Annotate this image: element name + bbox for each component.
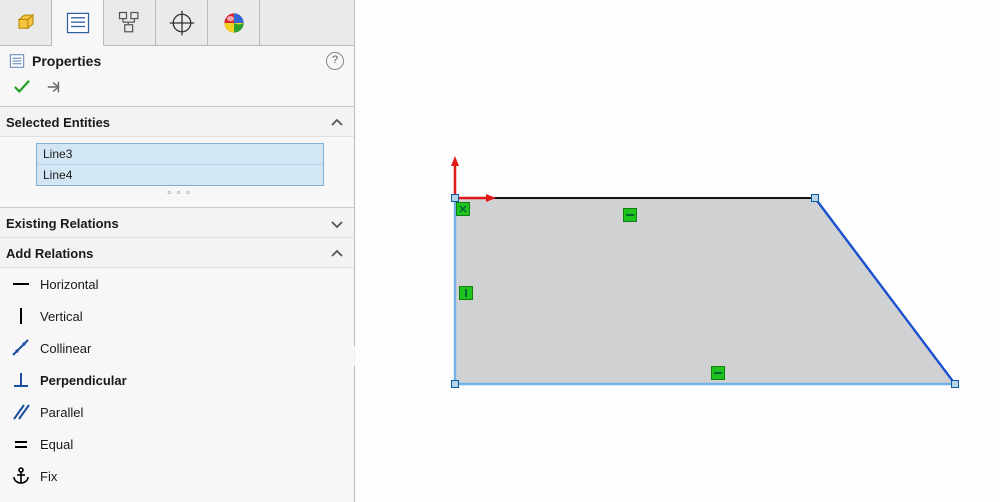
- confirm-row: [0, 74, 354, 107]
- vertex-handle[interactable]: [951, 380, 959, 388]
- sketch-svg: [355, 0, 1000, 502]
- relation-label: Parallel: [40, 405, 83, 420]
- vertical-icon: [461, 288, 471, 298]
- relation-label: Vertical: [40, 309, 83, 324]
- anchor-icon: [10, 465, 32, 487]
- properties-tab[interactable]: [52, 0, 104, 46]
- sketch-canvas[interactable]: [355, 0, 1000, 502]
- appearance-tab[interactable]: [208, 0, 260, 45]
- horizontal-icon: [10, 273, 32, 295]
- sketch-face: [455, 198, 955, 384]
- vertex-handle[interactable]: [451, 194, 459, 202]
- features-tab[interactable]: [0, 0, 52, 45]
- pin-button[interactable]: [44, 78, 64, 96]
- cube-icon: [12, 9, 40, 37]
- vertex-handle[interactable]: [451, 380, 459, 388]
- equal-icon: [10, 433, 32, 455]
- relation-vertical[interactable]: Vertical: [0, 300, 354, 332]
- list-item[interactable]: Line4: [37, 165, 323, 185]
- list-icon: [64, 9, 92, 37]
- constraint-horizontal[interactable]: [711, 366, 725, 380]
- selected-entities-list[interactable]: Line3 Line4: [36, 143, 324, 186]
- vertical-icon: [10, 305, 32, 327]
- tree-icon: [116, 9, 144, 37]
- collinear-icon: [10, 337, 32, 359]
- relation-horizontal[interactable]: Horizontal: [0, 268, 354, 300]
- chevron-up-icon: [330, 247, 344, 261]
- panel-title-row: Properties ?: [0, 46, 354, 74]
- vertex-handle[interactable]: [811, 194, 819, 202]
- sphere-icon: [220, 9, 248, 37]
- add-relations-list: Horizontal Vertical Collinear Perpendicu…: [0, 268, 354, 492]
- section-add-relations-header[interactable]: Add Relations: [0, 238, 354, 268]
- horizontal-icon: [625, 210, 635, 220]
- resize-grip[interactable]: ∘∘∘: [36, 186, 324, 205]
- relation-perpendicular[interactable]: Perpendicular: [0, 364, 354, 396]
- section-label: Selected Entities: [6, 115, 110, 130]
- properties-icon: [8, 52, 26, 70]
- property-manager-sidebar: Properties ? Selected Entities Line3 Lin…: [0, 0, 355, 502]
- relation-label: Collinear: [40, 341, 91, 356]
- relation-label: Perpendicular: [40, 373, 127, 388]
- axis-y-arrow: [451, 156, 459, 166]
- list-item[interactable]: Line3: [37, 144, 323, 165]
- ok-button[interactable]: [12, 78, 32, 96]
- help-button[interactable]: ?: [326, 52, 344, 70]
- relation-parallel[interactable]: Parallel: [0, 396, 354, 428]
- section-existing-relations-header[interactable]: Existing Relations: [0, 208, 354, 238]
- relation-label: Horizontal: [40, 277, 99, 292]
- chevron-up-icon: [330, 116, 344, 130]
- relation-collinear[interactable]: Collinear: [0, 332, 354, 364]
- constraint-vertical[interactable]: [459, 286, 473, 300]
- horizontal-icon: [713, 368, 723, 378]
- selected-entities-body: Line3 Line4 ∘∘∘: [0, 137, 354, 207]
- perpendicular-icon: [10, 369, 32, 391]
- section-label: Existing Relations: [6, 216, 119, 231]
- relation-equal[interactable]: Equal: [0, 428, 354, 460]
- relation-label: Equal: [40, 437, 73, 452]
- parallel-icon: [10, 401, 32, 423]
- check-icon: [13, 79, 31, 95]
- sidebar-tab-strip: [0, 0, 354, 46]
- coincident-icon: [458, 204, 468, 214]
- pin-icon: [45, 79, 63, 95]
- constraint-coincident-origin[interactable]: [456, 202, 470, 216]
- tree-tab[interactable]: [104, 0, 156, 45]
- panel-title: Properties: [32, 53, 101, 69]
- chevron-down-icon: [330, 217, 344, 231]
- section-label: Add Relations: [6, 246, 93, 261]
- target-icon: [168, 9, 196, 37]
- section-selected-entities-header[interactable]: Selected Entities: [0, 107, 354, 137]
- target-tab[interactable]: [156, 0, 208, 45]
- constraint-horizontal[interactable]: [623, 208, 637, 222]
- relation-fix[interactable]: Fix: [0, 460, 354, 492]
- relation-label: Fix: [40, 469, 57, 484]
